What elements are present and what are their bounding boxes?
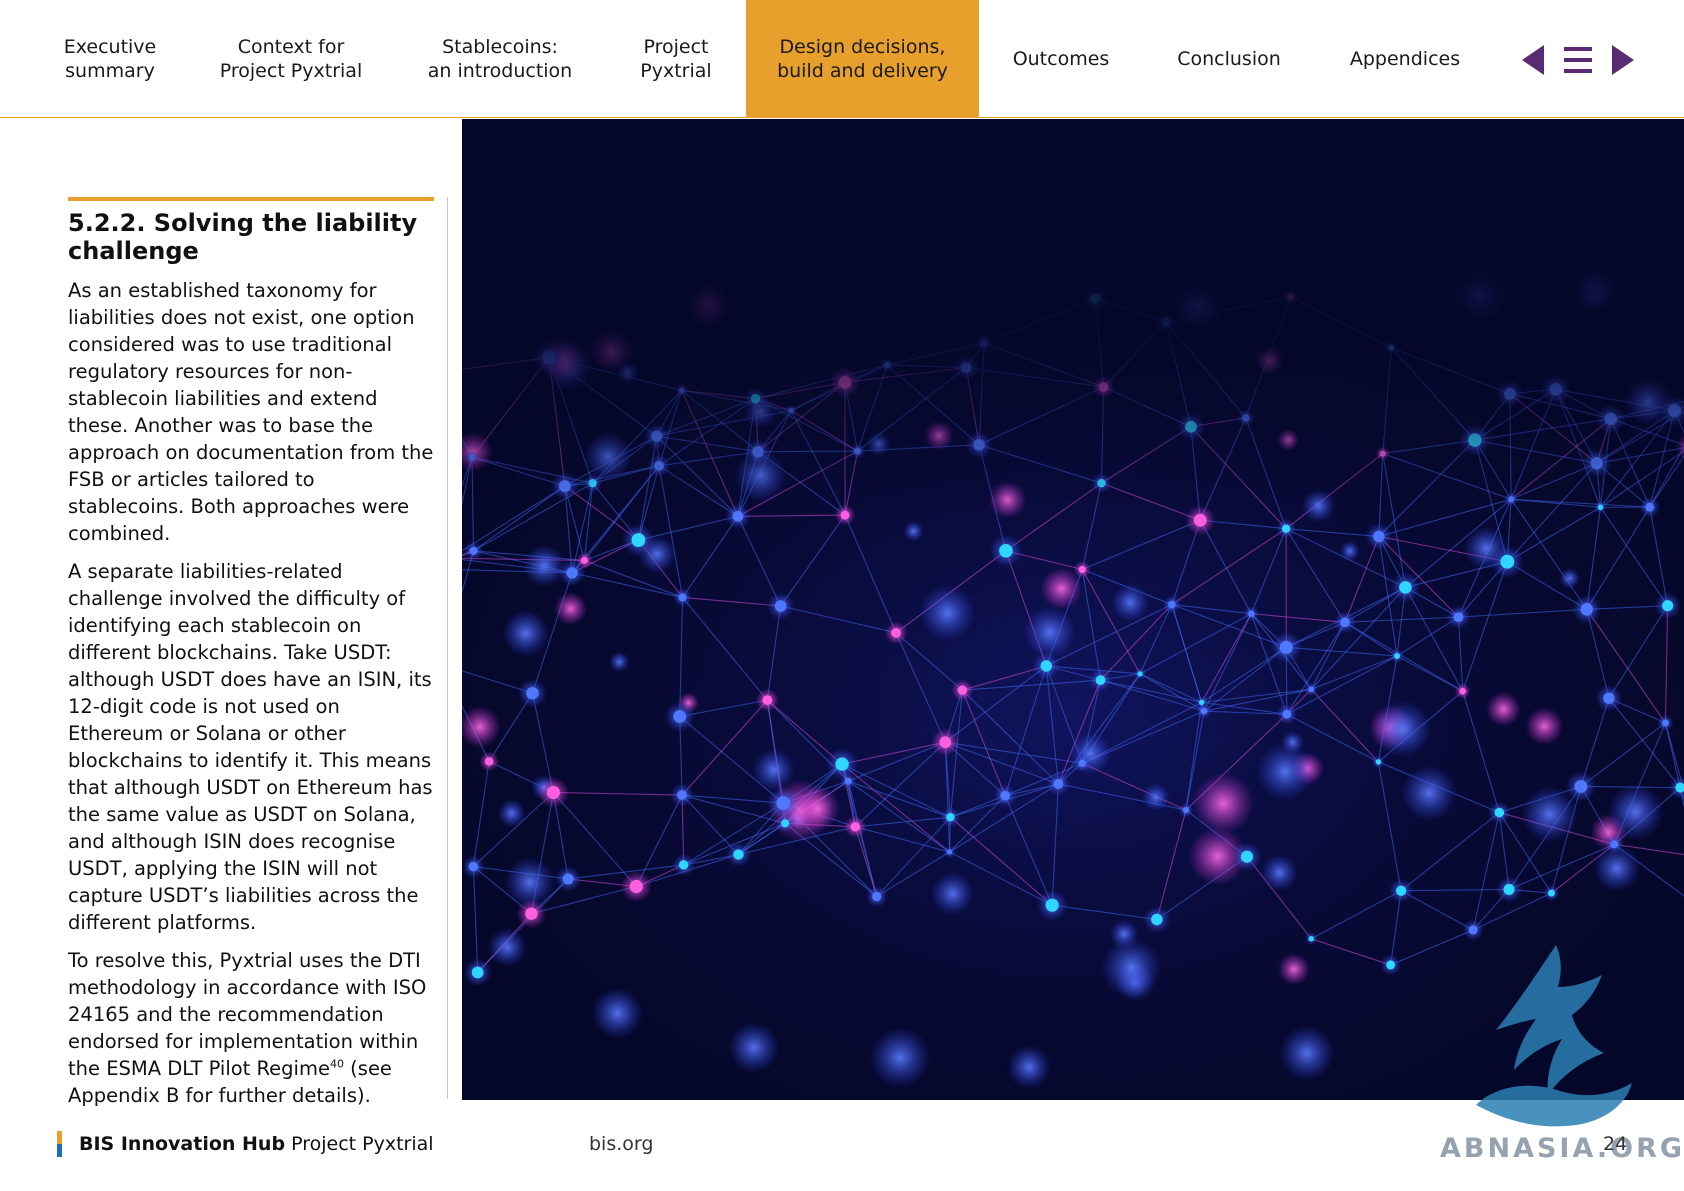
nav-item-outcomes[interactable]: Outcomes: [1000, 0, 1122, 118]
nav-item-stablecoins-intro[interactable]: Stablecoins: an introduction: [410, 0, 590, 118]
column-divider: [447, 197, 448, 1099]
top-navigation: Executive summary Context for Project Py…: [0, 0, 1684, 118]
nav-item-appendices[interactable]: Appendices: [1338, 0, 1472, 118]
paragraph-1: As an established taxonomy for liabiliti…: [68, 279, 434, 545]
watermark-text: ABNASIA.ORG: [1440, 1133, 1684, 1164]
text-column: 5.2.2. Solving the liability challenge A…: [68, 197, 435, 1120]
triangle-left-icon[interactable]: [1518, 40, 1554, 80]
paragraph-3: To resolve this, Pyxtrial uses the DTI m…: [68, 947, 435, 1109]
footer-accent-bar: [57, 1131, 62, 1157]
footnote-reference[interactable]: 40: [330, 1058, 344, 1071]
nav-item-executive-summary[interactable]: Executive summary: [40, 0, 180, 118]
section-accent-rule: [68, 197, 434, 201]
abnasia-watermark-logo: ABNASIA.ORG: [1436, 935, 1684, 1165]
nav-item-context[interactable]: Context for Project Pyxtrial: [196, 0, 386, 118]
nav-item-design-decisions[interactable]: Design decisions, build and delivery: [746, 0, 979, 118]
paragraph-2: A separate liabilities-related challenge…: [68, 560, 433, 934]
section-title: 5.2.2. Solving the liability challenge: [68, 209, 418, 265]
footer-organization: BIS Innovation Hub Project Pyxtrial: [79, 1132, 434, 1156]
nav-item-project-pyxtrial[interactable]: Project Pyxtrial: [618, 0, 734, 118]
page-number: 24: [1603, 1133, 1628, 1155]
page-controls: [1518, 40, 1638, 80]
hamburger-menu-icon[interactable]: [1560, 40, 1596, 80]
footer-org-bold: BIS Innovation Hub: [79, 1133, 286, 1155]
triangle-right-icon[interactable]: [1602, 40, 1638, 80]
footer-website-link[interactable]: bis.org: [589, 1132, 653, 1156]
nav-item-conclusion[interactable]: Conclusion: [1162, 0, 1296, 118]
footer-project-name: Project Pyxtrial: [291, 1133, 434, 1155]
